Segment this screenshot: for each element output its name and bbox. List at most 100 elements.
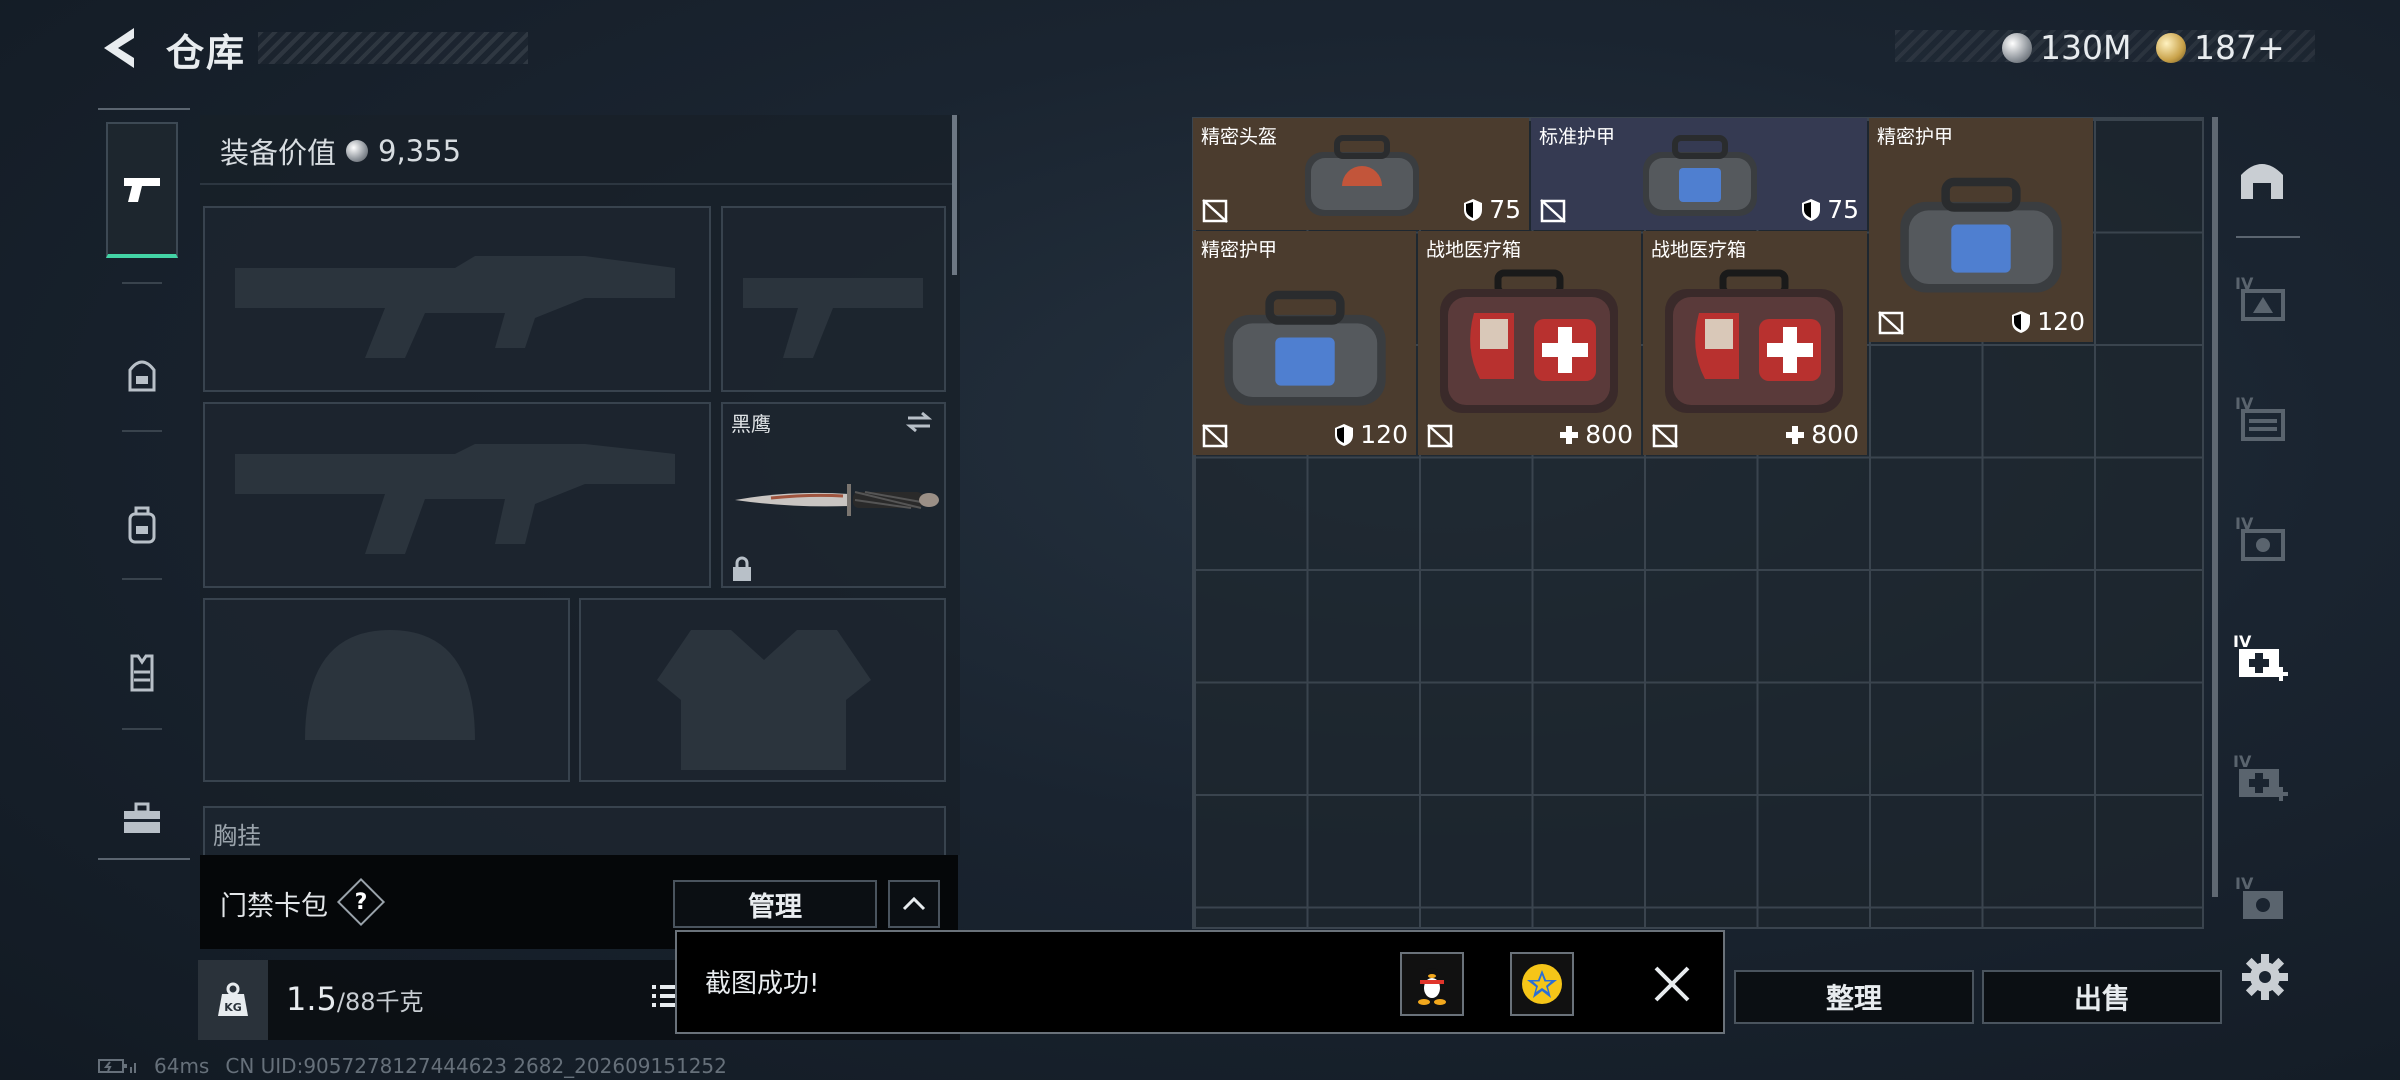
item-stat: 75 <box>1463 195 1521 224</box>
pistol-slot[interactable] <box>721 206 946 392</box>
armor-bag-icon <box>1224 290 1386 406</box>
toolbox-icon <box>124 802 160 833</box>
no-trade-icon <box>1540 199 1566 223</box>
rifle-silhouette-icon <box>235 444 675 554</box>
share-star-button[interactable] <box>1510 952 1574 1016</box>
category-weapons[interactable] <box>106 122 178 258</box>
equipment-scrollbar[interactable] <box>952 115 957 275</box>
no-trade-icon <box>1202 199 1228 223</box>
status-bar: 64ms CN UID:9057278127444623 2682_202609… <box>98 1054 727 1078</box>
title-stripe <box>258 32 528 64</box>
container-slot-1[interactable]: IV <box>2230 268 2294 328</box>
rifle-silhouette-icon <box>235 256 675 358</box>
vest-icon <box>130 654 154 692</box>
silver-coin-icon <box>2002 32 2032 63</box>
item-stat: 800 <box>1785 420 1859 449</box>
star-badge-icon <box>1522 964 1562 1004</box>
camera-container-icon: IV <box>2235 874 2283 919</box>
armor-silhouette-icon <box>657 630 871 770</box>
weight-value: 1.5/88千克 <box>286 980 424 1018</box>
close-icon[interactable] <box>1648 960 1696 1008</box>
gold-coin-icon <box>2156 32 2186 63</box>
inventory-item[interactable]: 标准护甲 75 <box>1531 118 1867 230</box>
container-safe-box[interactable] <box>2230 150 2294 210</box>
category-helmet-armor[interactable] <box>106 306 178 442</box>
item-name: 战地医疗箱 <box>1426 239 1522 261</box>
category-backpack[interactable] <box>106 456 178 592</box>
container-slot-6[interactable]: IV <box>2230 868 2294 928</box>
silver-currency[interactable]: 130M <box>2002 28 2131 67</box>
helmet-bag-icon <box>1305 135 1419 216</box>
svg-text:KG: KG <box>224 1001 242 1014</box>
locked-container-icon: IV <box>2235 274 2285 321</box>
back-arrow-icon[interactable] <box>98 24 142 72</box>
svg-text:IV: IV <box>2233 752 2252 771</box>
qq-penguin-icon <box>1418 968 1446 1005</box>
inventory-item[interactable]: 战地医疗箱 800 <box>1418 231 1641 455</box>
category-toolbox[interactable] <box>106 750 178 886</box>
inventory-scrollbar[interactable] <box>2212 117 2218 897</box>
medical-container-icon: IV <box>2233 632 2288 681</box>
medkit-icon <box>1665 269 1843 413</box>
equipment-value-number: 9,355 <box>378 134 462 168</box>
card-pack-label: 门禁卡包 <box>220 891 328 922</box>
camera-container-icon: IV <box>2235 514 2285 561</box>
no-trade-icon <box>1427 424 1453 448</box>
medical-container-icon: IV <box>2233 752 2288 801</box>
plus-icon <box>1560 425 1579 444</box>
gold-currency[interactable]: 187+ <box>2156 28 2285 67</box>
uid-text: CN UID:9057278127444623 2682_20260915125… <box>225 1054 727 1078</box>
helmet-slot[interactable] <box>203 598 570 782</box>
inventory-item[interactable]: 战地医疗箱 800 <box>1643 231 1867 455</box>
primary-weapon-slot[interactable] <box>203 206 711 392</box>
armor-slot[interactable] <box>579 598 946 782</box>
page-title: 仓库 <box>166 31 247 75</box>
item-stat: 75 <box>1801 195 1859 224</box>
sell-button[interactable]: 出售 <box>1982 970 2222 1024</box>
container-slot-3[interactable]: IV <box>2230 508 2294 568</box>
silver-coin-icon <box>346 140 369 162</box>
silver-currency-value: 130M <box>2040 28 2132 67</box>
backpack-icon <box>128 506 156 544</box>
container-slot-medical-active[interactable]: IV <box>2230 628 2294 688</box>
no-trade-icon <box>1878 311 1904 335</box>
item-name: 标准护甲 <box>1539 126 1616 148</box>
safe-box-icon <box>2241 164 2283 199</box>
container-slot-2[interactable]: IV <box>2230 388 2294 448</box>
container-rail: IV IV IV IV IV IV <box>2230 108 2324 1038</box>
shield-icon <box>1464 198 1483 221</box>
inventory-item[interactable]: 精密护甲 120 <box>1869 118 2093 342</box>
svg-text:IV: IV <box>2233 632 2252 651</box>
svg-text:IV: IV <box>2235 874 2254 893</box>
lock-icon <box>733 556 751 581</box>
ping-value: 64ms <box>154 1054 210 1078</box>
folder-container-icon: IV <box>2235 394 2285 441</box>
knife-icon <box>735 484 939 516</box>
pistol-icon <box>124 178 160 202</box>
sort-button[interactable]: 整理 <box>1734 970 1974 1024</box>
manage-button[interactable]: 管理 <box>673 880 877 928</box>
secondary-weapon-slot[interactable] <box>203 402 711 588</box>
weight-icon: KG <box>198 960 268 1040</box>
helmet-silhouette-icon <box>305 630 475 740</box>
item-stat: 800 <box>1559 420 1633 449</box>
inventory-item[interactable]: 精密护甲 120 <box>1193 231 1416 455</box>
melee-slot[interactable]: 黑鹰 <box>721 402 946 588</box>
container-slot-5[interactable]: IV <box>2230 748 2294 808</box>
armor-bag-icon <box>1900 177 2062 293</box>
medkit-icon <box>1440 269 1618 413</box>
helmet-armor-icon <box>128 360 156 392</box>
pistol-silhouette-icon <box>743 278 923 358</box>
collapse-button[interactable] <box>888 880 940 928</box>
inventory-item[interactable]: 精密头盔 75 <box>1193 118 1529 230</box>
gear-icon[interactable] <box>2240 952 2290 1002</box>
weight-capacity: /88千克 <box>336 988 424 1016</box>
item-name: 战地医疗箱 <box>1651 239 1747 261</box>
share-qq-button[interactable] <box>1400 952 1464 1016</box>
chevron-up-icon <box>902 896 926 911</box>
swap-icon[interactable] <box>904 410 934 434</box>
chest-rig-label: 胸挂 <box>213 822 261 850</box>
category-vest[interactable] <box>106 604 178 740</box>
item-name: 精密护甲 <box>1877 126 1954 148</box>
help-icon[interactable]: ? <box>344 885 378 919</box>
